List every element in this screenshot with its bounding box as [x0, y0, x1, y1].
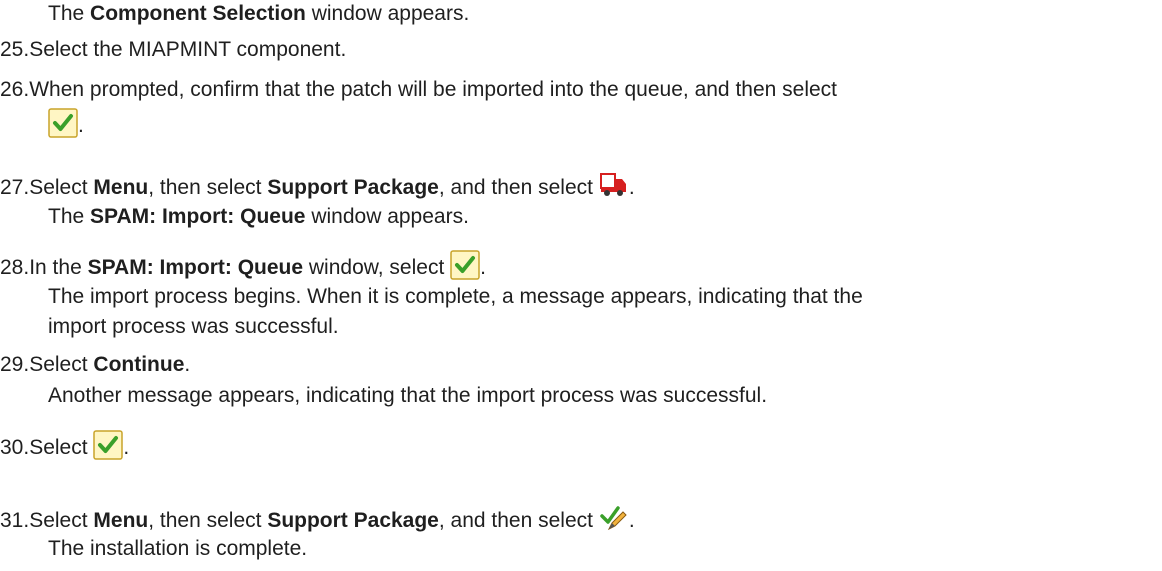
continue-label: Continue [93, 353, 185, 376]
step-31-result: The installation is complete. [48, 537, 308, 560]
intro-line: The Component Selection window appears. [48, 2, 470, 25]
document: The Component Selection window appears. … [0, 0, 1162, 571]
green-checkmark-icon[interactable] [450, 250, 480, 280]
spam-import-queue-label: SPAM: Import: Queue [90, 205, 306, 228]
support-package-label: Support Package [267, 176, 439, 199]
green-checkmark-icon[interactable] [48, 108, 78, 138]
step-28-result-1: The import process begins. When it is co… [48, 285, 863, 308]
step-29: 29.Select Continue. [0, 351, 190, 379]
spam-import-queue-label: SPAM: Import: Queue [87, 256, 304, 279]
step-number: 31. [0, 509, 30, 532]
component-selection-label: Component Selection [90, 2, 306, 25]
step-31: 31.Select Menu, then select Support Pack… [0, 503, 635, 535]
menu-label: Menu [93, 509, 149, 532]
checkmark-pencil-icon[interactable] [599, 503, 629, 533]
step-26: 26.When prompted, confirm that the patch… [0, 76, 837, 104]
step-number: 30. [0, 436, 30, 459]
step-25: 25.Select the MIAPMINT component. [0, 36, 346, 64]
menu-label: Menu [93, 176, 149, 199]
step-28: 28.In the SPAM: Import: Queue window, se… [0, 250, 486, 282]
truck-icon[interactable] [599, 170, 629, 200]
step-26-icon-line: . [48, 108, 84, 140]
step-27-result: The SPAM: Import: Queue window appears. [48, 205, 469, 228]
support-package-label: Support Package [267, 509, 439, 532]
green-checkmark-icon[interactable] [93, 430, 124, 460]
step-30: 30.Select . [0, 430, 129, 462]
step-28-result-2: import process was successful. [48, 315, 339, 338]
step-number: 25. [0, 38, 30, 61]
step-27: 27.Select Menu, then select Support Pack… [0, 170, 635, 202]
step-number: 28. [0, 256, 30, 279]
step-number: 27. [0, 176, 30, 199]
step-number: 26. [0, 78, 30, 101]
step-number: 29. [0, 353, 30, 376]
step-29-result: Another message appears, indicating that… [48, 384, 768, 407]
